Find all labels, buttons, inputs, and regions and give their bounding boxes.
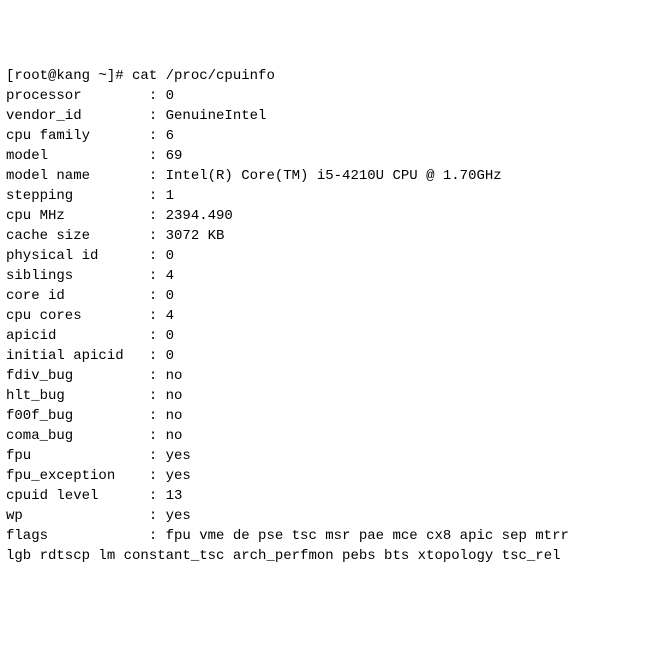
cpuinfo-row: fdiv_bug: no xyxy=(6,366,657,386)
cpuinfo-key: processor xyxy=(6,86,149,106)
cpuinfo-sep: : xyxy=(149,188,166,204)
cpuinfo-row: flags: fpu vme de pse tsc msr pae mce cx… xyxy=(6,526,657,546)
cpuinfo-value: 1 xyxy=(166,188,174,204)
cpuinfo-key: cpuid level xyxy=(6,486,149,506)
cpuinfo-row: coma_bug: no xyxy=(6,426,657,446)
cpuinfo-sep: : xyxy=(149,528,166,544)
cpuinfo-value: 4 xyxy=(166,308,174,324)
cpuinfo-key: fdiv_bug xyxy=(6,366,149,386)
cpuinfo-value: 0 xyxy=(166,288,174,304)
cpuinfo-sep: : xyxy=(149,248,166,264)
cpuinfo-value: no xyxy=(166,368,183,384)
cpuinfo-key: wp xyxy=(6,506,149,526)
cpuinfo-value: 6 xyxy=(166,128,174,144)
cpuinfo-sep: : xyxy=(149,128,166,144)
cpuinfo-key: initial apicid xyxy=(6,346,149,366)
cpuinfo-sep: : xyxy=(149,388,166,404)
cpuinfo-sep: : xyxy=(149,488,166,504)
cpuinfo-sep: : xyxy=(149,468,166,484)
cpuinfo-sep: : xyxy=(149,168,166,184)
cpuinfo-value: 0 xyxy=(166,88,174,104)
cpuinfo-key: cache size xyxy=(6,226,149,246)
cpuinfo-row: fpu_exception: yes xyxy=(6,466,657,486)
cpuinfo-value: GenuineIntel xyxy=(166,108,267,124)
cpuinfo-row: physical id: 0 xyxy=(6,246,657,266)
cpuinfo-row: stepping: 1 xyxy=(6,186,657,206)
cpuinfo-sep: : xyxy=(149,228,166,244)
cpuinfo-row: apicid: 0 xyxy=(6,326,657,346)
cpuinfo-key: model xyxy=(6,146,149,166)
cpuinfo-value: 0 xyxy=(166,348,174,364)
cpuinfo-key: apicid xyxy=(6,326,149,346)
cpuinfo-sep: : xyxy=(149,448,166,464)
cpuinfo-key: stepping xyxy=(6,186,149,206)
cpuinfo-value: 3072 KB xyxy=(166,228,225,244)
cpuinfo-value: 2394.490 xyxy=(166,208,233,224)
cpuinfo-row: model: 69 xyxy=(6,146,657,166)
cpuinfo-sep: : xyxy=(149,88,166,104)
cpuinfo-key: cpu cores xyxy=(6,306,149,326)
cpuinfo-row: processor: 0 xyxy=(6,86,657,106)
cpuinfo-key: model name xyxy=(6,166,149,186)
cpuinfo-sep: : xyxy=(149,288,166,304)
cpuinfo-key: fpu xyxy=(6,446,149,466)
cpuinfo-row: cpu family: 6 xyxy=(6,126,657,146)
cpuinfo-key: hlt_bug xyxy=(6,386,149,406)
cpuinfo-sep: : xyxy=(149,208,166,224)
cpuinfo-row: siblings: 4 xyxy=(6,266,657,286)
cpuinfo-value: fpu vme de pse tsc msr pae mce cx8 apic … xyxy=(166,528,569,544)
cpuinfo-sep: : xyxy=(149,328,166,344)
cpuinfo-sep: : xyxy=(149,348,166,364)
cpuinfo-sep: : xyxy=(149,108,166,124)
cpuinfo-value: no xyxy=(166,428,183,444)
shell-prompt: [root@kang ~]# cat /proc/cpuinfo xyxy=(6,66,657,86)
cpuinfo-row: core id: 0 xyxy=(6,286,657,306)
cpuinfo-value: yes xyxy=(166,448,191,464)
cpuinfo-row: model name: Intel(R) Core(TM) i5-4210U C… xyxy=(6,166,657,186)
cpuinfo-value: Intel(R) Core(TM) i5-4210U CPU @ 1.70GHz xyxy=(166,168,502,184)
cpuinfo-row: wp: yes xyxy=(6,506,657,526)
cpuinfo-row: cpu MHz: 2394.490 xyxy=(6,206,657,226)
cpuinfo-key: fpu_exception xyxy=(6,466,149,486)
cpuinfo-row: cpu cores: 4 xyxy=(6,306,657,326)
cpuinfo-key: cpu family xyxy=(6,126,149,146)
cpuinfo-row: cache size: 3072 KB xyxy=(6,226,657,246)
cpuinfo-value: 13 xyxy=(166,488,183,504)
cpuinfo-value: 4 xyxy=(166,268,174,284)
cpuinfo-value: 0 xyxy=(166,248,174,264)
cpuinfo-sep: : xyxy=(149,428,166,444)
flags-continuation: lgb rdtscp lm constant_tsc arch_perfmon … xyxy=(6,546,657,566)
cpuinfo-sep: : xyxy=(149,508,166,524)
cpuinfo-key: cpu MHz xyxy=(6,206,149,226)
cpuinfo-row: cpuid level: 13 xyxy=(6,486,657,506)
cpuinfo-key: flags xyxy=(6,526,149,546)
cpuinfo-row: fpu: yes xyxy=(6,446,657,466)
cpuinfo-value: no xyxy=(166,388,183,404)
cpuinfo-value: no xyxy=(166,408,183,424)
cpuinfo-value: yes xyxy=(166,468,191,484)
cpuinfo-key: coma_bug xyxy=(6,426,149,446)
cpuinfo-row: f00f_bug: no xyxy=(6,406,657,426)
cpuinfo-value: yes xyxy=(166,508,191,524)
cpuinfo-sep: : xyxy=(149,408,166,424)
cpuinfo-sep: : xyxy=(149,308,166,324)
cpuinfo-key: f00f_bug xyxy=(6,406,149,426)
cpuinfo-key: physical id xyxy=(6,246,149,266)
cpuinfo-sep: : xyxy=(149,268,166,284)
cpuinfo-key: vendor_id xyxy=(6,106,149,126)
cpuinfo-sep: : xyxy=(149,148,166,164)
cpuinfo-row: hlt_bug: no xyxy=(6,386,657,406)
cpuinfo-key: siblings xyxy=(6,266,149,286)
cpuinfo-value: 0 xyxy=(166,328,174,344)
cpuinfo-row: initial apicid: 0 xyxy=(6,346,657,366)
cpuinfo-value: 69 xyxy=(166,148,183,164)
cpuinfo-sep: : xyxy=(149,368,166,384)
cpuinfo-key: core id xyxy=(6,286,149,306)
cpuinfo-row: vendor_id: GenuineIntel xyxy=(6,106,657,126)
